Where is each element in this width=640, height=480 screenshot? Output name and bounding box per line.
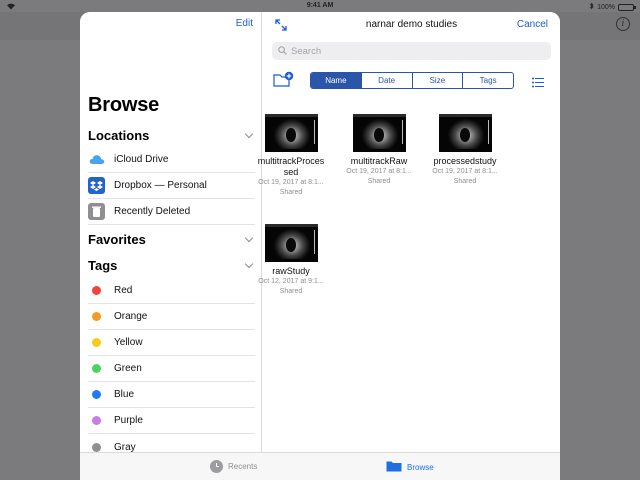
trash-icon	[88, 203, 105, 220]
sidebar-item-recently-deleted[interactable]: Recently Deleted	[88, 199, 255, 225]
file-thumbnail	[438, 114, 492, 152]
sidebar-item-label: Yellow	[114, 337, 143, 348]
sidebar-item-tag-yellow[interactable]: Yellow	[88, 330, 255, 356]
sidebar-item-label: Recently Deleted	[114, 206, 191, 217]
sidebar-item-label: Blue	[114, 389, 135, 400]
clock-icon	[210, 460, 223, 473]
file-item-multitrackraw[interactable]: multitrackRaw Oct 19, 2017 at 8:1... Sha…	[338, 114, 420, 187]
purple-tag-icon	[92, 416, 101, 425]
search-input[interactable]	[291, 45, 511, 57]
sort-name-button[interactable]: Name	[311, 73, 361, 88]
battery-icon	[618, 3, 636, 11]
file-status: Shared	[279, 189, 303, 196]
sidebar-item-label: Orange	[114, 311, 148, 322]
sort-tags-button[interactable]: Tags	[462, 73, 513, 88]
sidebar-item-tag-purple[interactable]: Purple	[88, 408, 255, 434]
info-icon[interactable]: i	[616, 17, 630, 31]
file-thumbnail	[352, 114, 406, 152]
file-date: Oct 19, 2017 at 8:1...	[346, 168, 412, 175]
sidebar-item-label: Purple	[114, 415, 143, 426]
file-status: Shared	[453, 178, 477, 185]
green-tag-icon	[92, 364, 101, 373]
sort-control[interactable]: Name Date Size Tags	[310, 72, 514, 89]
file-name: multitrackProces sed	[257, 156, 325, 177]
document-picker: Edit Browse Locations iCloud Drive Dropb…	[80, 12, 560, 480]
search-icon	[278, 42, 287, 60]
sidebar-item-label: iCloud Drive	[114, 154, 169, 165]
status-right: 100%	[589, 2, 636, 12]
file-date: Oct 19, 2017 at 8:1...	[432, 168, 498, 175]
file-name: rawStudy	[272, 266, 310, 276]
gray-tag-icon	[92, 442, 101, 452]
new-folder-icon[interactable]	[273, 71, 295, 89]
file-thumbnail	[264, 114, 318, 152]
bluetooth-icon	[589, 2, 594, 12]
section-favorites[interactable]: Favorites	[88, 229, 255, 249]
sidebar-item-dropbox[interactable]: Dropbox — Personal	[88, 173, 255, 199]
file-date: Oct 19, 2017 at 8:1...	[258, 179, 324, 186]
icloud-icon	[88, 151, 105, 168]
blue-tag-icon	[92, 390, 101, 399]
file-date: Oct 12, 2017 at 9:1...	[258, 278, 324, 285]
tab-bar: Recents Browse	[80, 452, 560, 480]
search-bar[interactable]	[272, 42, 551, 60]
file-thumbnail	[264, 224, 318, 262]
tab-label: Browse	[407, 462, 434, 472]
sidebar-item-tag-red[interactable]: Red	[88, 278, 255, 304]
sidebar: Edit Browse Locations iCloud Drive Dropb…	[80, 12, 262, 453]
tab-recents[interactable]: Recents	[210, 460, 257, 473]
section-tags[interactable]: Tags	[88, 255, 255, 275]
sort-date-button[interactable]: Date	[360, 73, 412, 88]
sidebar-item-tag-orange[interactable]: Orange	[88, 304, 255, 330]
sidebar-item-label: Red	[114, 285, 133, 296]
sort-size-button[interactable]: Size	[411, 73, 463, 88]
sidebar-item-label: Green	[114, 363, 142, 374]
tab-label: Recents	[228, 462, 258, 471]
section-title: Tags	[88, 257, 118, 273]
file-item-processedstudy[interactable]: processedstudy Oct 19, 2017 at 8:1... Sh…	[424, 114, 506, 187]
battery-percent: 100%	[597, 3, 615, 11]
file-name: multitrackRaw	[350, 156, 408, 166]
cancel-button[interactable]: Cancel	[517, 19, 548, 30]
sidebar-item-tag-blue[interactable]: Blue	[88, 382, 255, 408]
yellow-tag-icon	[92, 338, 101, 347]
sidebar-item-label: Gray	[114, 441, 136, 453]
folder-title: narnar demo studies	[365, 19, 458, 30]
dropbox-icon	[88, 177, 105, 194]
file-name: processedstudy	[433, 156, 497, 166]
file-browser: narnar demo studies Cancel Name Date Siz…	[258, 12, 560, 452]
file-status: Shared	[279, 288, 303, 295]
status-bar: 9:41 AM 100%	[0, 0, 640, 12]
file-item-rawstudy[interactable]: rawStudy Oct 12, 2017 at 9:1... Shared	[250, 224, 332, 297]
file-status: Shared	[367, 178, 391, 185]
status-time: 9:41 AM	[306, 2, 334, 9]
sidebar-item-label: Dropbox — Personal	[114, 180, 207, 191]
sidebar-item-icloud-drive[interactable]: iCloud Drive	[88, 147, 255, 173]
orange-tag-icon	[92, 312, 101, 321]
folder-icon	[386, 460, 402, 474]
section-locations[interactable]: Locations	[88, 125, 255, 145]
list-view-icon[interactable]	[532, 75, 544, 88]
tab-browse[interactable]: Browse	[386, 460, 434, 474]
section-title: Favorites	[88, 231, 146, 247]
sidebar-item-tag-green[interactable]: Green	[88, 356, 255, 382]
page-title: Browse	[88, 94, 160, 116]
edit-button[interactable]: Edit	[236, 18, 253, 29]
red-tag-icon	[92, 286, 101, 295]
section-title: Locations	[88, 127, 150, 143]
file-item-multitrackprocessed[interactable]: multitrackProces sed Oct 19, 2017 at 8:1.…	[250, 114, 332, 198]
